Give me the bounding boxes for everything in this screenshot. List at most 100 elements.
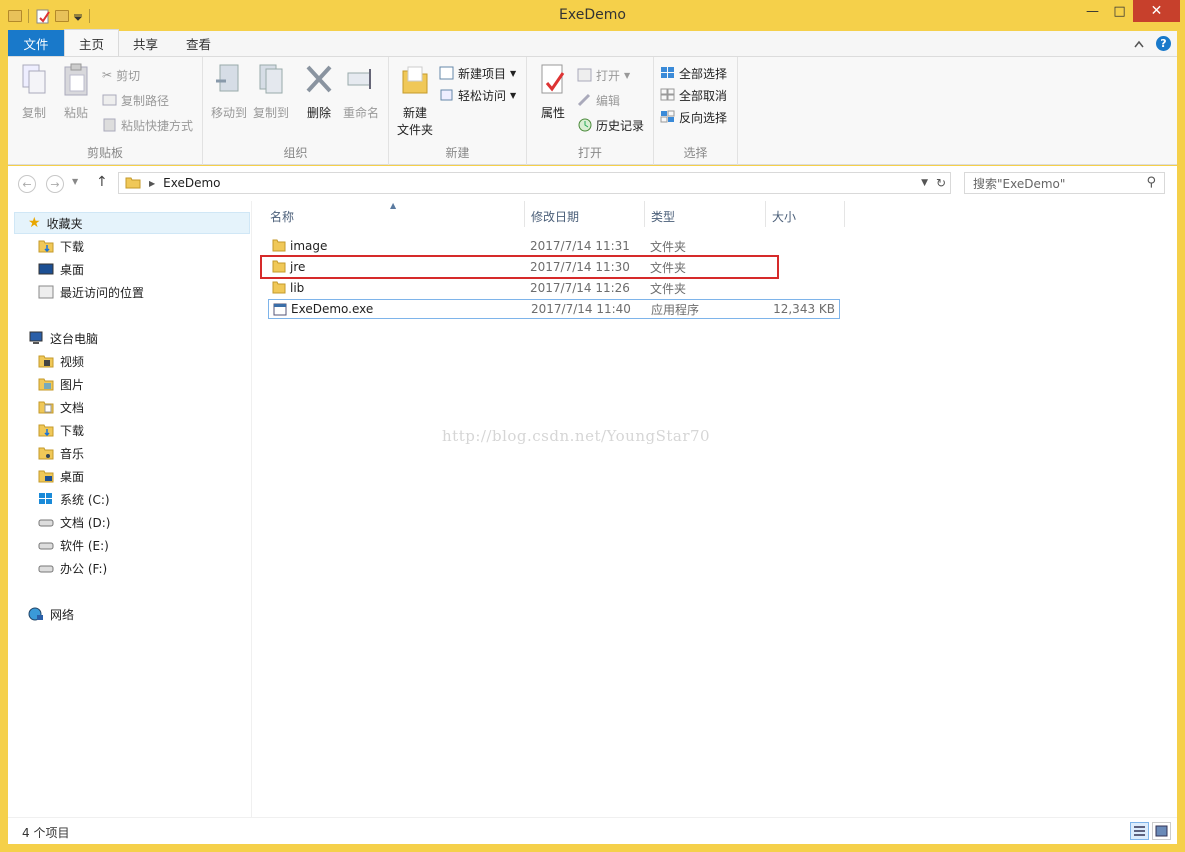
refresh-icon[interactable]: ↻ (936, 176, 946, 190)
open-button[interactable]: 打开 ▼ (577, 65, 630, 85)
open-label: 打开 (577, 146, 602, 160)
file-type: 应用程序 (651, 302, 700, 317)
tab-share[interactable]: 共享 (119, 30, 172, 56)
new-folder-button[interactable]: 新建 文件夹 (393, 63, 437, 138)
copy-button[interactable]: 复制 (12, 63, 56, 121)
copy-to-icon (259, 64, 283, 94)
large-icons-view-button[interactable] (1152, 822, 1171, 840)
select-all-button[interactable]: 全部选择 (660, 63, 727, 83)
computer-icon (29, 331, 43, 344)
invert-selection-button[interactable]: 反向选择 (660, 107, 727, 127)
nav-drive-d[interactable]: 文档 (D:) (38, 511, 110, 533)
column-header-size[interactable]: 大小 (772, 205, 796, 227)
window-title: ExeDemo (559, 7, 626, 23)
recent-locations-icon[interactable]: ▼ (72, 177, 78, 186)
new-folder-icon (402, 66, 428, 94)
nav-desktop-pc[interactable]: 桌面 (38, 465, 84, 487)
breadcrumb-chevron-icon[interactable]: ▶ (149, 179, 155, 188)
open-group: 属性 打开 ▼ 编辑 历史记录 打开 (527, 57, 654, 165)
easy-access-button[interactable]: 轻松访问 ▼ (439, 85, 516, 105)
column-header-type[interactable]: 类型 (651, 205, 675, 227)
paste-icon (64, 63, 88, 96)
details-view-button[interactable] (1130, 822, 1149, 840)
application-icon (273, 303, 287, 316)
forward-button[interactable]: → (46, 175, 64, 193)
back-button[interactable]: ← (18, 175, 36, 193)
copy-to-button[interactable]: 复制到 (249, 63, 293, 121)
nav-drive-f[interactable]: 办公 (F:) (38, 557, 107, 579)
nav-documents[interactable]: 文档 (38, 396, 84, 418)
chevron-down-icon: ▼ (510, 68, 517, 78)
star-icon: ★ (28, 215, 41, 231)
tab-home[interactable]: 主页 (64, 29, 120, 56)
drive-icon (38, 542, 54, 550)
nav-recent[interactable]: 最近访问的位置 (38, 281, 144, 303)
file-date: 2017/7/14 11:26 (530, 281, 630, 295)
rename-button[interactable]: 重命名 (339, 63, 383, 121)
copy-path-button[interactable]: 复制路径 (102, 90, 169, 110)
copy-icon (22, 64, 46, 94)
highlight-annotation (260, 255, 779, 279)
delete-icon (306, 65, 332, 93)
nav-downloads[interactable]: 下载 (38, 235, 84, 257)
help-icon[interactable]: ? (1156, 36, 1171, 51)
history-icon (578, 118, 592, 132)
nav-downloads-pc[interactable]: 下载 (38, 419, 84, 441)
nav-favorites[interactable]: ★ 收藏夹 (28, 212, 83, 234)
drive-icon (38, 519, 54, 527)
nav-network[interactable]: 网络 (28, 603, 74, 625)
minimize-button[interactable]: — (1079, 0, 1106, 22)
address-path[interactable]: ▶ ExeDemo ▼ ↻ (118, 172, 951, 194)
nav-desktop[interactable]: 桌面 (38, 258, 84, 280)
nav-this-pc[interactable]: 这台电脑 (28, 327, 98, 349)
ribbon: 复制 粘贴 ✂ 剪切 复制路径 粘贴快捷方式 剪贴板 移动到 复制到 删除 重命… (8, 57, 1177, 165)
folder-icon (272, 239, 286, 252)
select-all-icon (661, 67, 674, 78)
scissors-icon: ✂ (102, 68, 113, 82)
search-input[interactable]: 搜索"ExeDemo" ⚲ (964, 172, 1165, 194)
file-row[interactable]: lib 2017/7/14 11:26 文件夹 (268, 278, 840, 298)
title-bar: ExeDemo — □ ✕ (0, 0, 1185, 31)
delete-button[interactable]: 删除 (297, 63, 341, 121)
nav-videos[interactable]: 视频 (38, 350, 84, 372)
maximize-button[interactable]: □ (1106, 0, 1133, 22)
address-dropdown-icon[interactable]: ▼ (921, 178, 928, 188)
tab-file[interactable]: 文件 (8, 30, 64, 56)
file-name: ExeDemo.exe (291, 302, 374, 316)
pictures-folder-icon (38, 378, 54, 391)
window-controls: — □ ✕ (1079, 0, 1180, 22)
navigation-pane: ★ 收藏夹 下载 桌面 最近访问的位置 这台电脑 视频 图片 文档 下载 音乐 桌… (8, 201, 252, 817)
up-arrow-icon[interactable]: ↑ (96, 174, 108, 190)
new-item-button[interactable]: 新建项目 ▼ (439, 63, 516, 83)
collapse-ribbon-icon[interactable] (1134, 40, 1144, 48)
nav-drive-c[interactable]: 系统 (C:) (38, 488, 110, 510)
recent-places-icon (38, 285, 54, 299)
file-type: 文件夹 (650, 239, 687, 254)
file-row-selected[interactable]: ExeDemo.exe 2017/7/14 11:40 应用程序 12,343 … (268, 299, 840, 319)
select-none-button[interactable]: 全部取消 (660, 85, 727, 105)
select-none-icon (660, 88, 675, 101)
desktop-icon (38, 263, 54, 275)
nav-drive-e[interactable]: 软件 (E:) (38, 534, 109, 556)
breadcrumb-item[interactable]: ExeDemo (163, 176, 220, 190)
address-bar: ← → ▼ ↑ ▶ ExeDemo ▼ ↻ 搜索"ExeDemo" ⚲ (8, 166, 1177, 201)
paste-shortcut-button[interactable]: 粘贴快捷方式 (102, 115, 193, 135)
paste-button[interactable]: 粘贴 (54, 63, 98, 121)
open-icon (577, 68, 592, 82)
cut-button[interactable]: ✂ 剪切 (102, 65, 140, 85)
close-button[interactable]: ✕ (1133, 0, 1180, 22)
file-type: 文件夹 (650, 281, 687, 296)
documents-folder-icon (38, 401, 54, 414)
properties-button[interactable]: 属性 (531, 63, 575, 121)
move-to-button[interactable]: 移动到 (207, 63, 251, 121)
history-button[interactable]: 历史记录 (577, 115, 644, 135)
tab-view[interactable]: 查看 (172, 30, 225, 56)
file-row[interactable]: image 2017/7/14 11:31 文件夹 (268, 236, 840, 256)
search-icon[interactable]: ⚲ (1146, 175, 1156, 190)
explorer-window: ExeDemo — □ ✕ 文件 主页 共享 查看 ? 复制 粘贴 ✂ 剪切 复… (0, 0, 1185, 852)
nav-music[interactable]: 音乐 (38, 442, 84, 464)
column-header-name[interactable]: 名称 (270, 205, 294, 227)
edit-button[interactable]: 编辑 (577, 90, 620, 110)
column-header-date[interactable]: 修改日期 (531, 205, 579, 227)
nav-pictures[interactable]: 图片 (38, 373, 84, 395)
